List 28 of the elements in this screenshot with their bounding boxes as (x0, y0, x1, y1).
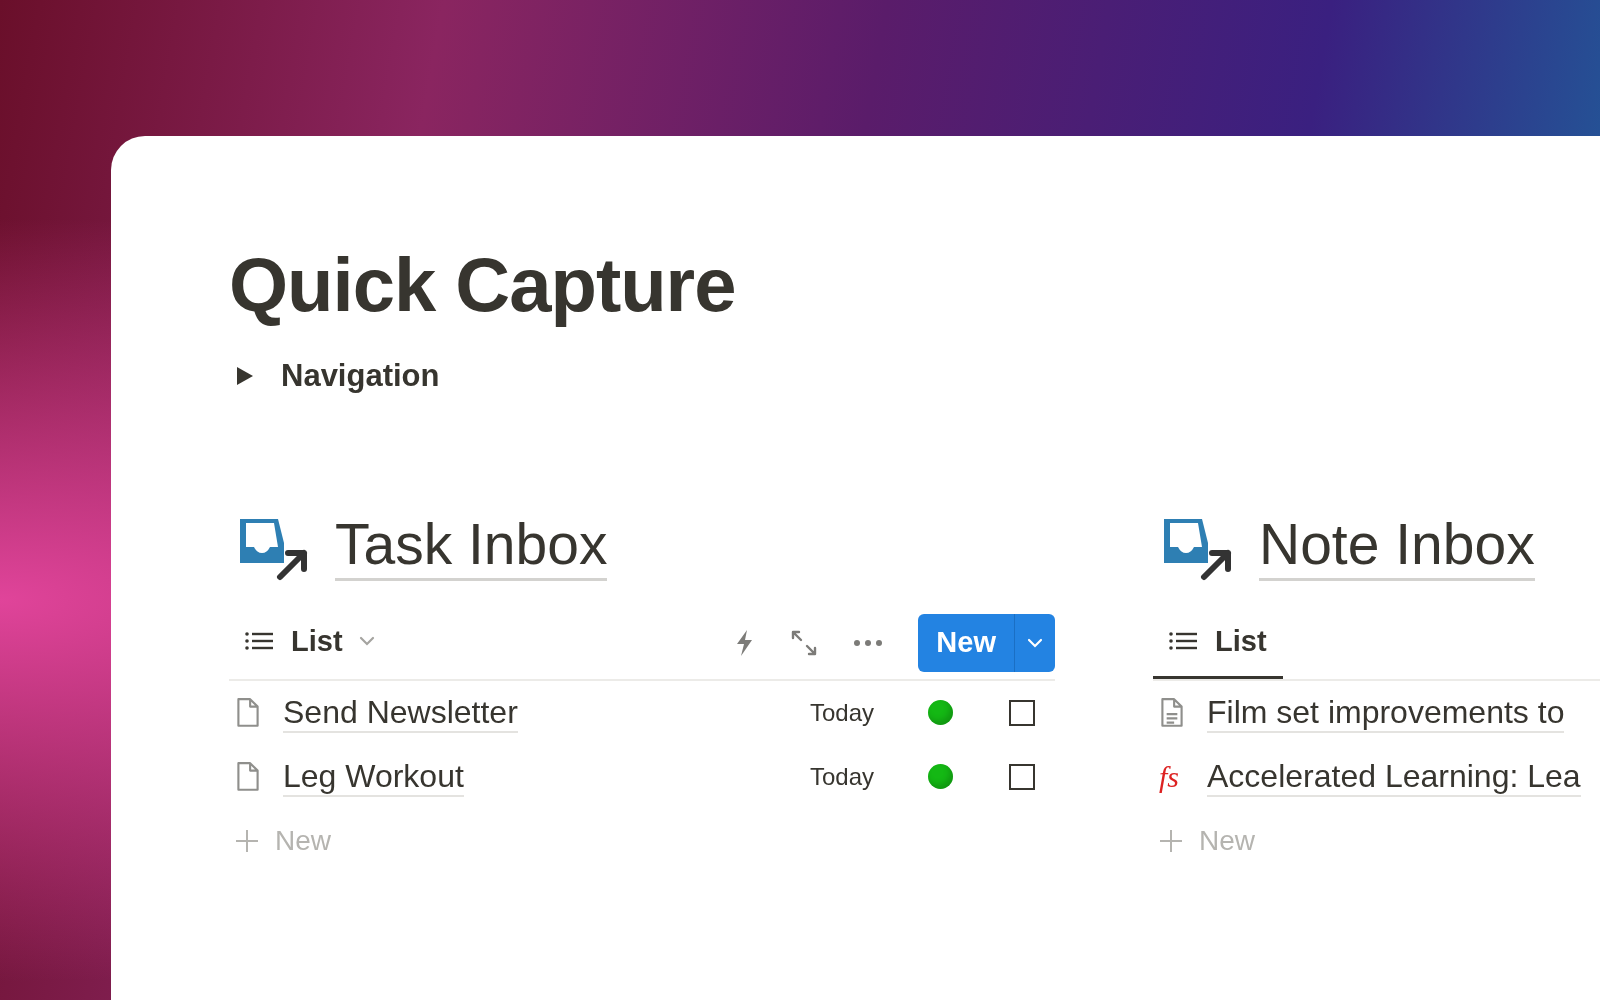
date-text: Today (809, 698, 874, 727)
page-title: Quick Capture (229, 241, 737, 329)
page-link[interactable]: Accelerated Learning: Lea (1207, 756, 1581, 798)
dropdown-chevron-icon[interactable] (1027, 637, 1043, 648)
date-text: Today (809, 762, 874, 791)
toggle-triangle-icon[interactable] (235, 366, 255, 387)
page-icon (235, 760, 261, 793)
checkbox[interactable] (1009, 699, 1035, 726)
logo-icon: fs (1159, 759, 1185, 794)
view-tab[interactable]: List (229, 606, 391, 679)
list-icon (1169, 631, 1199, 652)
lightning-icon[interactable] (734, 628, 755, 657)
plus-icon (235, 828, 259, 853)
page-link[interactable]: Film set improvements to (1207, 692, 1565, 734)
more-icon[interactable] (854, 638, 883, 647)
chevron-icon (358, 636, 375, 647)
plus-icon (1159, 828, 1183, 853)
page-icon (235, 696, 261, 729)
document-icon (1159, 696, 1185, 729)
page-link[interactable]: Leg Workout (283, 756, 464, 798)
page-link[interactable]: Send Newsletter (283, 692, 518, 734)
list-icon (245, 631, 275, 652)
checkbox[interactable] (1009, 763, 1035, 790)
database-title[interactable]: Task Inbox (335, 512, 608, 581)
view-tab[interactable]: List (1153, 606, 1283, 679)
toggle-label[interactable]: Navigation (281, 358, 440, 395)
database-title[interactable]: Note Inbox (1259, 512, 1535, 581)
expand-icon[interactable] (790, 628, 819, 657)
